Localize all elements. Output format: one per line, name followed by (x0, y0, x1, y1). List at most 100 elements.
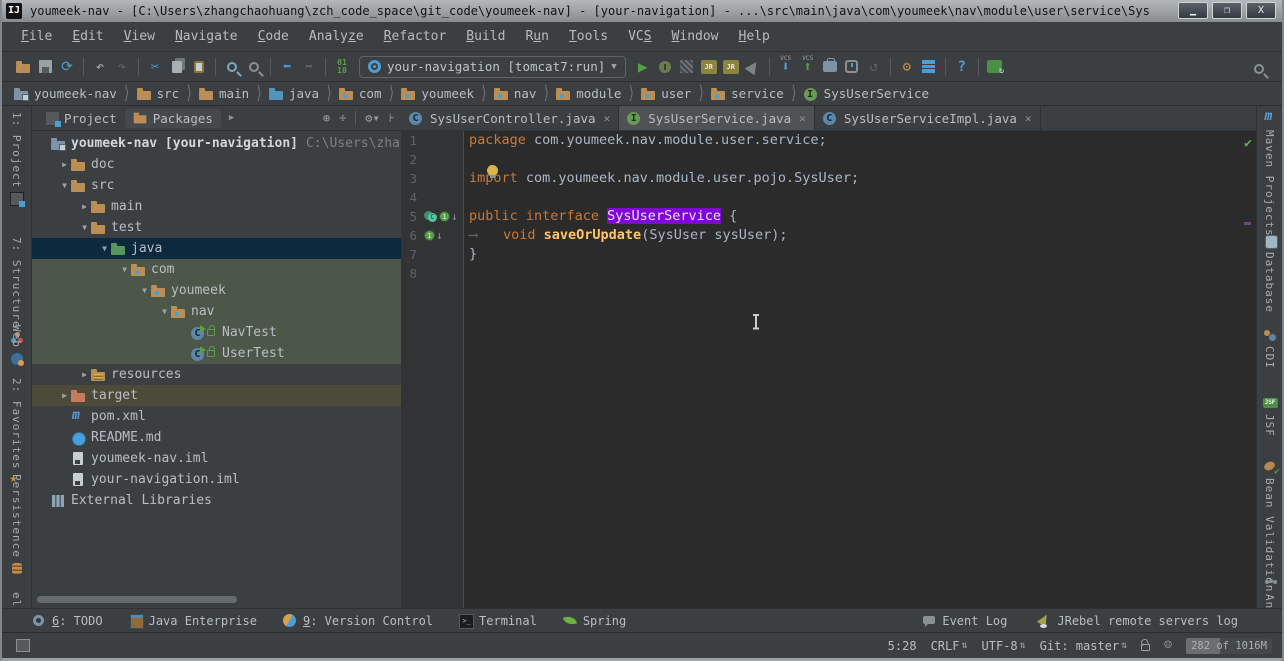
editor-tab-sysusercontroller-java[interactable]: SysUserController.java✕ (401, 106, 620, 130)
sync-icon[interactable]: ⟳ (56, 56, 78, 78)
encoding-select[interactable]: UTF-8 ⇅ (982, 639, 1026, 653)
tool-button-database[interactable]: Database (1257, 234, 1282, 313)
breadcrumb-item-nav[interactable]: nav (492, 86, 539, 101)
horizontal-scrollbar[interactable] (37, 596, 237, 603)
memory-indicator[interactable]: 282 of 1016M (1186, 637, 1272, 654)
tool-button-event-log[interactable]: Event Log (922, 614, 1007, 628)
tree-row-java[interactable]: ▼ java (32, 238, 401, 259)
git-branch-widget[interactable]: Git: master ⇅ (1040, 639, 1128, 653)
breadcrumb-item-user[interactable]: user (639, 86, 693, 101)
tree-toggle-icon[interactable]: ▶ (78, 202, 91, 211)
line-numbers-icon[interactable]: 01 10 (331, 56, 353, 78)
tree-toggle-icon[interactable]: ▶ (58, 391, 71, 400)
toggle-stripes-icon[interactable] (16, 639, 30, 652)
menu-help[interactable]: Help (730, 26, 779, 47)
paste-icon[interactable] (188, 56, 210, 78)
tree-toggle-icon[interactable]: ▼ (138, 286, 151, 295)
open-task-icon[interactable] (819, 56, 841, 78)
code-line-1[interactable]: 1 package com.youmeek.nav.module.user.ser… (401, 131, 1256, 150)
tree-row-nav[interactable]: ▼ nav (32, 301, 401, 322)
redo-icon[interactable]: ↷ (111, 56, 133, 78)
tree-row-com[interactable]: ▼ com (32, 259, 401, 280)
tree-toggle-icon[interactable]: ▶ (78, 370, 91, 379)
menu-navigate[interactable]: Navigate (166, 26, 247, 47)
breadcrumb-item-java[interactable]: java (267, 86, 321, 101)
tree-toggle-icon[interactable]: ▼ (78, 223, 91, 232)
tree-toggle-icon[interactable]: ▼ (58, 181, 71, 190)
close-icon[interactable]: ✕ (604, 112, 611, 125)
rocket-icon[interactable] (742, 56, 764, 78)
line-separator-select[interactable]: CRLF ⇅ (931, 639, 968, 653)
tool-button-2-favorites[interactable]: 2: Favorites (2, 378, 31, 487)
tool-button-1-project[interactable]: 1: Project (2, 112, 31, 208)
tree-row-readme-md[interactable]: README.md (32, 427, 401, 448)
tree-row-pom-xml[interactable]: pom.xml (32, 406, 401, 427)
caret-position[interactable]: 5:28 (888, 639, 917, 653)
save-icon[interactable] (34, 56, 56, 78)
implemented-marker-icon[interactable] (424, 230, 435, 241)
cut-icon[interactable]: ✂ (144, 56, 166, 78)
tree-row-main[interactable]: ▶ main (32, 196, 401, 217)
breadcrumb-item-youmeek-nav[interactable]: youmeek-nav (12, 86, 119, 101)
breadcrumb-item-youmeek[interactable]: youmeek (399, 86, 476, 101)
minimize-button[interactable]: ▁ (1178, 2, 1208, 19)
editor-tab-sysuserserviceimpl-java[interactable]: SysUserServiceImpl.java✕ (815, 106, 1041, 130)
tree-toggle-icon[interactable]: ▼ (98, 244, 111, 253)
tool-button-persistence[interactable]: Persistence (2, 474, 31, 576)
breadcrumb-item-module[interactable]: module (554, 86, 623, 101)
hide-panel-icon[interactable]: ⊦ (389, 111, 395, 125)
jrebel-class-icon[interactable] (424, 210, 438, 223)
title-bar[interactable]: IJ youmeek-nav - [C:\Users\zhangchaohuan… (2, 0, 1282, 22)
menu-code[interactable]: Code (249, 26, 298, 47)
code-line-4[interactable]: 4 (401, 188, 1256, 207)
code-line-3[interactable]: 3 import com.youmeek.nav.module.user.pojo… (401, 169, 1256, 188)
tool-button-bean-validation[interactable]: Bean Validation (1257, 460, 1282, 592)
code-view[interactable]: 1 package com.youmeek.nav.module.user.ser… (401, 131, 1256, 608)
tree-toggle-icon[interactable]: ▼ (118, 265, 131, 274)
project-structure-icon[interactable] (918, 56, 940, 78)
more-views-icon[interactable]: ▶ (229, 113, 234, 123)
tool-button-6-todo[interactable]: 6: TODO (32, 614, 103, 628)
breadcrumb-item-sysuserservice[interactable]: SysUserService (802, 86, 931, 101)
code-line-2[interactable]: 2 (401, 150, 1256, 169)
open-icon[interactable] (12, 56, 34, 78)
close-icon[interactable]: ✕ (1025, 112, 1032, 125)
locate-icon[interactable]: ⊕ (323, 111, 330, 125)
tool-button-9-version-control[interactable]: 9: Version Control (282, 613, 433, 628)
collapse-all-icon[interactable]: ÷ (339, 111, 346, 125)
jrebel-sync-icon[interactable] (984, 56, 1006, 78)
back-icon[interactable]: ⬅ (276, 56, 298, 78)
lock-icon[interactable] (1141, 644, 1151, 651)
copy-icon[interactable] (166, 56, 188, 78)
debug-icon[interactable] (654, 56, 676, 78)
vcs-commit-icon[interactable]: VCS ⬆ (797, 55, 819, 78)
tree-toggle-icon[interactable]: ▼ (158, 307, 171, 316)
code-line-5[interactable]: 5↓public interface SysUserService { (401, 207, 1256, 226)
tree-row-external-libraries[interactable]: External Libraries (32, 490, 401, 511)
close-icon[interactable]: ✕ (799, 112, 806, 125)
tree-row-target[interactable]: ▶ target (32, 385, 401, 406)
editor-tab-sysuserservice-java[interactable]: SysUserService.java✕ (619, 106, 815, 130)
tree-row-doc[interactable]: ▶ doc (32, 154, 401, 175)
breadcrumb-item-service[interactable]: service (709, 86, 786, 101)
tree-row-usertest[interactable]: UserTest (32, 343, 401, 364)
menu-view[interactable]: View (115, 26, 164, 47)
intention-bulb-icon[interactable] (487, 165, 498, 178)
find-icon[interactable] (221, 56, 243, 78)
tool-button-terminal[interactable]: Terminal (459, 613, 537, 629)
maximize-button[interactable]: ❐ (1212, 2, 1242, 19)
tree-row-test[interactable]: ▼ test (32, 217, 401, 238)
panel-settings-icon[interactable]: ⚙▾ (365, 111, 379, 125)
tab-project[interactable]: Project (38, 109, 125, 128)
menu-edit[interactable]: Edit (63, 26, 112, 47)
tool-button-web[interactable]: Web (2, 325, 31, 366)
code-line-8[interactable]: 8 (401, 264, 1256, 283)
implemented-arrow-icon[interactable]: ↓ (451, 207, 458, 226)
tool-button-jsf[interactable]: JSF (1257, 396, 1282, 437)
close-button[interactable]: X (1246, 2, 1276, 19)
implemented-arrow-icon[interactable]: ↓ (436, 226, 443, 245)
jrebel-debug-icon[interactable]: JR (720, 56, 742, 78)
replace-icon[interactable] (243, 56, 265, 78)
tree-row-your-navigation-iml[interactable]: your-navigation.iml (32, 469, 401, 490)
menu-window[interactable]: Window (663, 26, 728, 47)
